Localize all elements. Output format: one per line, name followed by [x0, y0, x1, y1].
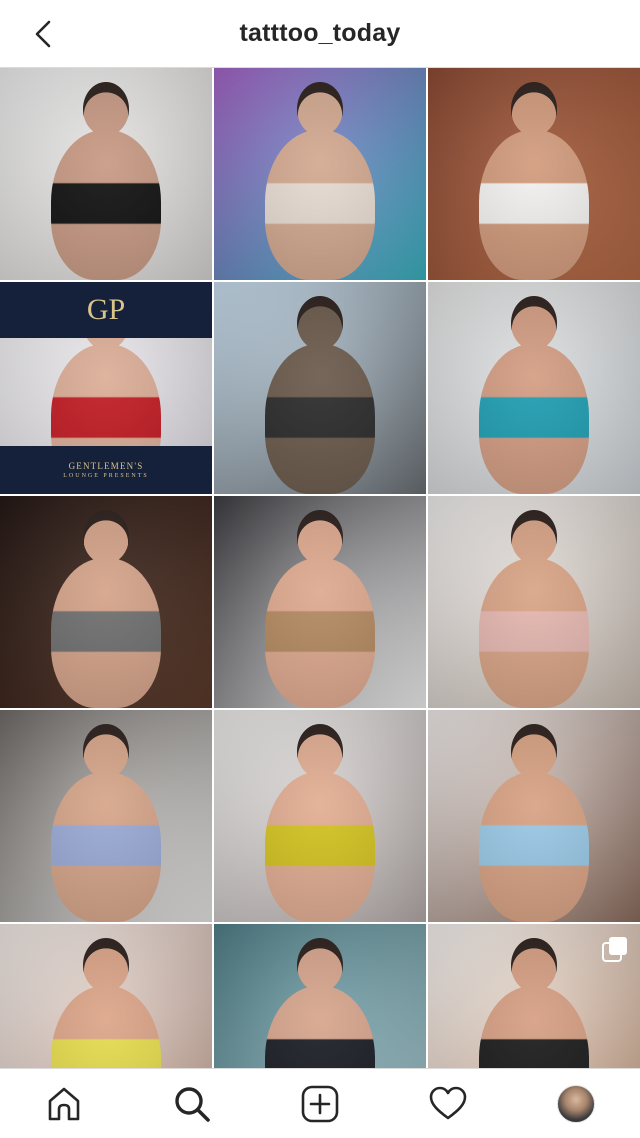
add-post-icon — [301, 1085, 339, 1122]
explore-profile-screen: tatttoo_today GP GENTLEMEN'S LOUNGE PRESEN… — [0, 0, 640, 1138]
photo-shading — [214, 282, 426, 494]
bottom-navigation — [0, 1068, 640, 1138]
profile-button[interactable] — [544, 1072, 608, 1136]
home-icon — [48, 1087, 80, 1120]
photo-shading — [0, 68, 212, 280]
post-thumbnail[interactable] — [214, 282, 426, 494]
chevron-left-icon — [35, 20, 51, 48]
photo-shading — [428, 282, 640, 494]
post-thumbnail[interactable] — [214, 924, 426, 1068]
search-button[interactable] — [160, 1072, 224, 1136]
post-thumbnail[interactable] — [428, 496, 640, 708]
post-thumbnail[interactable] — [428, 710, 640, 922]
brand-caption-subtitle: LOUNGE PRESENTS — [63, 473, 149, 479]
profile-username: tatttoo_today — [239, 19, 401, 47]
post-thumbnail[interactable] — [214, 710, 426, 922]
photo-shading — [214, 710, 426, 922]
carousel-icon — [602, 937, 627, 962]
activity-button[interactable] — [416, 1072, 480, 1136]
photo-shading — [428, 710, 640, 922]
photo-shading — [428, 68, 640, 280]
photo-shading — [214, 496, 426, 708]
profile-avatar — [557, 1084, 595, 1123]
photo-shading — [0, 710, 212, 922]
post-thumbnail[interactable] — [428, 924, 640, 1068]
brand-caption-title: GENTLEMEN'S — [68, 461, 144, 471]
search-icon — [175, 1086, 210, 1122]
photo-shading — [214, 68, 426, 280]
posts-grid: GP GENTLEMEN'S LOUNGE PRESENTS — [0, 68, 640, 1068]
home-button[interactable] — [32, 1072, 96, 1136]
post-thumbnail[interactable] — [0, 496, 212, 708]
post-thumbnail[interactable] — [0, 710, 212, 922]
photo-shading — [428, 496, 640, 708]
post-thumbnail[interactable] — [214, 496, 426, 708]
post-thumbnail[interactable]: GP GENTLEMEN'S LOUNGE PRESENTS — [0, 282, 212, 494]
photo-shading — [0, 924, 212, 1068]
post-thumbnail[interactable] — [0, 68, 212, 280]
new-post-button[interactable] — [288, 1072, 352, 1136]
brand-caption: GENTLEMEN'S LOUNGE PRESENTS — [0, 446, 212, 494]
post-thumbnail[interactable] — [428, 68, 640, 280]
post-thumbnail[interactable] — [0, 924, 212, 1068]
top-bar: tatttoo_today — [0, 0, 640, 68]
photo-shading — [0, 496, 212, 708]
post-thumbnail[interactable] — [428, 282, 640, 494]
post-thumbnail[interactable] — [214, 68, 426, 280]
back-button[interactable] — [22, 14, 66, 54]
brand-logo: GP — [0, 282, 212, 338]
heart-icon — [429, 1086, 467, 1119]
photo-shading — [214, 924, 426, 1068]
